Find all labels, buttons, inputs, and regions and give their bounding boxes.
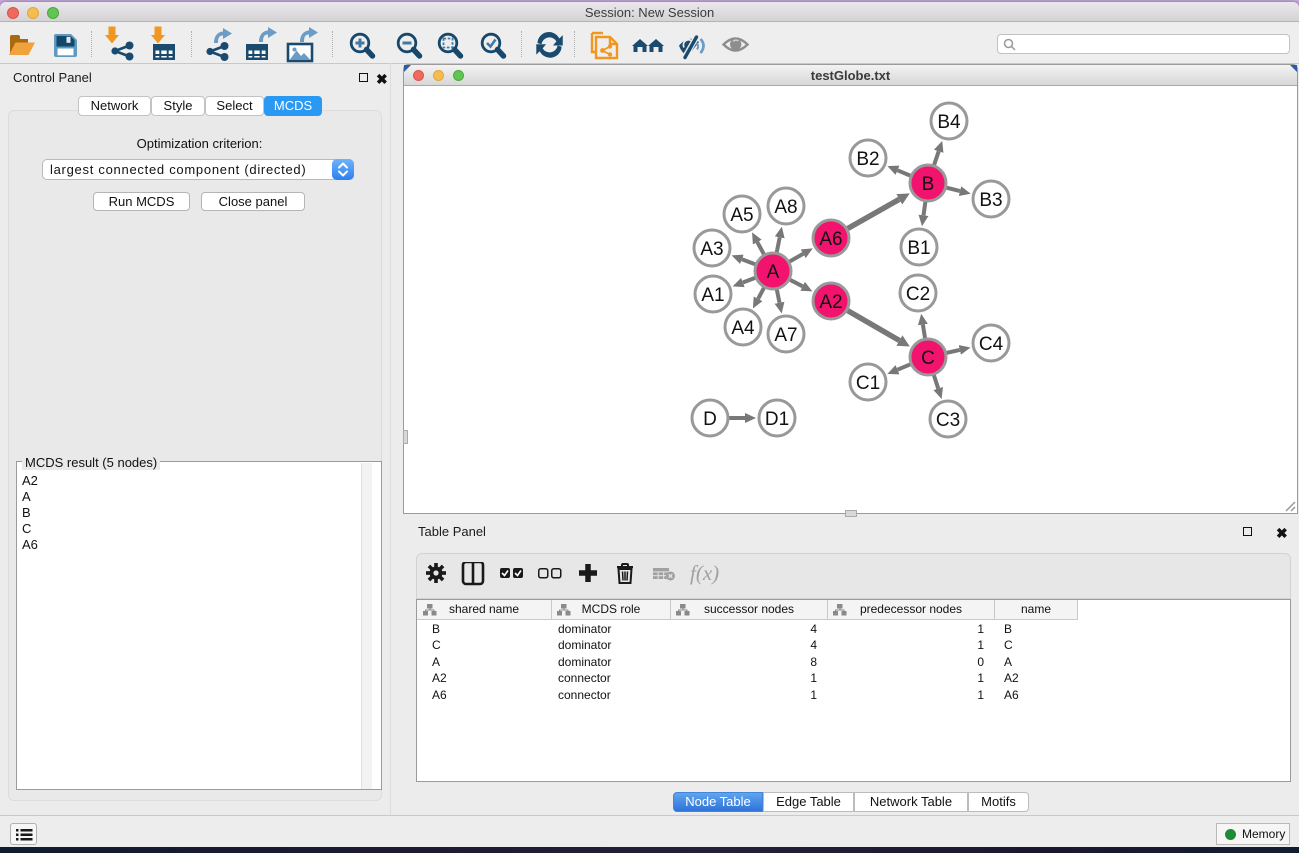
svg-text:A: A [767,262,780,283]
svg-text:B2: B2 [856,149,879,170]
svg-text:A4: A4 [731,318,755,339]
svg-text:C1: C1 [856,373,880,394]
svg-text:A5: A5 [730,205,753,226]
svg-text:D: D [703,409,717,430]
svg-text:D1: D1 [765,409,789,430]
svg-text:B1: B1 [907,238,930,259]
svg-text:B3: B3 [979,190,1002,211]
svg-text:A2: A2 [819,292,842,313]
svg-text:B: B [922,174,935,195]
svg-text:A1: A1 [701,285,724,306]
svg-text:A7: A7 [774,325,797,346]
svg-text:C4: C4 [979,334,1004,355]
svg-text:C3: C3 [936,410,960,431]
svg-text:A6: A6 [819,229,842,250]
svg-text:C2: C2 [906,284,930,305]
svg-text:A8: A8 [774,197,797,218]
svg-text:f(x): f(x) [690,562,719,585]
svg-text:A3: A3 [700,239,723,260]
svg-text:C: C [921,348,935,369]
svg-text:B4: B4 [937,112,961,133]
